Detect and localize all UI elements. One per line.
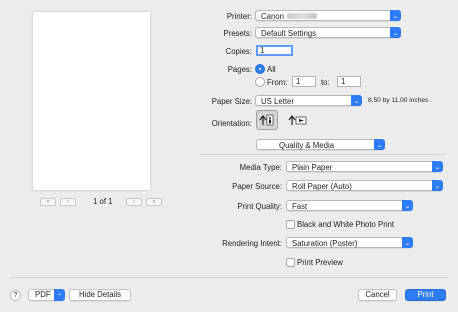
bw-photo-checkbox[interactable] [286, 220, 295, 229]
cancel-button[interactable]: Cancel [358, 289, 397, 301]
pages-label: Pages: [227, 65, 252, 74]
chevron-updown-icon: ⌃ ⌄ [432, 160, 443, 172]
pages-to-field[interactable]: 1 [337, 76, 361, 87]
paper-source-value: Roll Paper (Auto) [292, 181, 352, 191]
chevron-updown-icon: ⌃ ⌄ [390, 9, 401, 21]
paper-size-popup[interactable]: US Letter ⌃ ⌄ [255, 94, 362, 106]
chevron-down-icon: ⌄ [54, 289, 65, 301]
print-button[interactable]: Print [405, 289, 446, 301]
help-button[interactable]: ? [10, 290, 21, 301]
media-type-value: Plain Paper [292, 162, 333, 172]
pages-from-field[interactable]: 1 [292, 76, 316, 87]
section-popup[interactable]: Quality & Media ⌃ ⌄ [256, 138, 385, 150]
chevron-updown-icon: ⌃ ⌄ [402, 199, 413, 211]
printer-label: Printer: [226, 12, 252, 21]
pages-to-label: to: [321, 78, 330, 87]
paper-source-popup[interactable]: Roll Paper (Auto) ⌃ ⌄ [286, 179, 443, 191]
print-quality-label: Print Quality: [237, 202, 282, 211]
help-icon: ? [13, 292, 18, 299]
print-preview-checkbox[interactable] [286, 258, 295, 267]
rendering-intent-value: Saturation (Poster) [292, 238, 358, 248]
presets-popup[interactable]: Default Settings ⌃ ⌄ [255, 26, 401, 38]
paper-size-label: Paper Size: [211, 97, 252, 106]
section-divider [200, 154, 446, 155]
hide-details-button[interactable]: Hide Details [69, 289, 131, 301]
paper-dimensions: 8.50 by 11.00 inches [368, 97, 429, 104]
pages-from-label: From: [267, 78, 288, 87]
pdf-menu-button[interactable]: PDF ⌄ [28, 289, 65, 301]
copies-field[interactable]: 1 [256, 45, 293, 56]
paper-source-label: Paper Source: [232, 182, 282, 191]
bw-photo-label: Black and White Photo Print [297, 220, 395, 229]
portrait-orientation-icon [259, 114, 274, 126]
landscape-orientation-icon [288, 115, 307, 125]
printer-model-redacted [286, 13, 317, 20]
next-page-button[interactable]: › [126, 198, 142, 206]
pages-from-value: 1 [296, 77, 301, 86]
chevron-updown-icon: ⌃ ⌄ [374, 138, 385, 150]
paper-size-value: US Letter [261, 96, 294, 106]
chevron-updown-icon: ⌃ ⌄ [351, 94, 362, 106]
pages-all-radio[interactable] [255, 64, 265, 74]
media-type-label: Media Type: [239, 163, 282, 172]
orientation-label: Orientation: [211, 119, 252, 128]
copies-label: Copies: [225, 47, 252, 56]
print-quality-value: Fast [292, 201, 308, 211]
chevron-updown-icon: ⌃ ⌄ [390, 26, 401, 38]
chevron-updown-icon: ⌃ ⌄ [432, 179, 443, 191]
orientation-landscape-button[interactable] [286, 110, 308, 130]
copies-value: 1 [260, 46, 265, 55]
orientation-portrait-button[interactable] [256, 110, 278, 130]
rendering-intent-popup[interactable]: Saturation (Poster) ⌃ ⌄ [286, 236, 413, 248]
presets-label: Presets: [223, 29, 252, 38]
rendering-intent-label: Rendering Intent: [222, 239, 282, 248]
section-value: Quality & Media [279, 140, 335, 150]
printer-popup[interactable]: Canon ⌃ ⌄ [255, 9, 401, 21]
page-indicator: 1 of 1 [93, 197, 113, 206]
print-quality-popup[interactable]: Fast ⌃ ⌄ [286, 199, 413, 211]
footer-divider [10, 277, 448, 278]
pages-to-value: 1 [341, 77, 346, 86]
print-preview-label: Print Preview [297, 258, 343, 267]
page-preview [33, 12, 150, 190]
first-page-button[interactable]: « [40, 198, 56, 206]
pdf-label: PDF [35, 290, 51, 299]
printer-value: Canon [261, 11, 284, 21]
pages-all-label: All [267, 65, 276, 74]
media-type-popup[interactable]: Plain Paper ⌃ ⌄ [286, 160, 443, 172]
chevron-updown-icon: ⌃ ⌄ [402, 236, 413, 248]
previous-page-button[interactable]: ‹ [60, 198, 76, 206]
last-page-button[interactable]: » [146, 198, 162, 206]
pages-from-radio[interactable] [255, 77, 265, 87]
presets-value: Default Settings [261, 28, 317, 38]
